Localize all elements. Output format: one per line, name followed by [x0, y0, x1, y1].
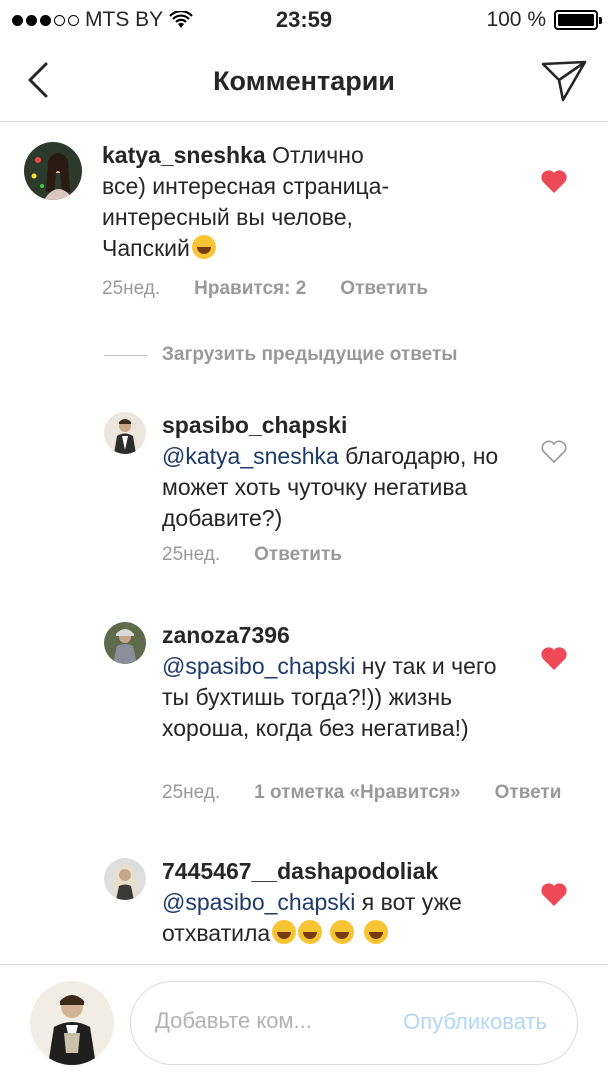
load-previous-replies[interactable]: Загрузить предыдущие ответы	[104, 344, 458, 366]
heart-outline-icon[interactable]	[540, 438, 568, 464]
reply-button[interactable]: Ответить	[340, 278, 428, 300]
winking-face-emoji-icon	[364, 920, 389, 944]
status-bar: MTS BY 23:59 100 %	[0, 0, 608, 40]
tears-of-joy-emoji-icon	[298, 920, 323, 944]
comment-input-box: Опубликовать	[130, 981, 578, 1065]
comment-input[interactable]	[155, 1008, 355, 1034]
avatar[interactable]	[24, 142, 82, 200]
mention-link[interactable]: @spasibo_chapski	[162, 653, 355, 679]
comment-meta: 25нед. 1 отметка «Нравится» Ответи	[162, 782, 561, 804]
battery-status: 100 %	[486, 8, 602, 32]
comment-age: 25нед.	[162, 782, 221, 803]
comment-body: spasibo_chapski @katya_sneshka благодарю…	[162, 410, 522, 534]
battery-icon	[554, 10, 602, 30]
avatar[interactable]	[104, 622, 146, 664]
comment-age: 25нед.	[102, 278, 161, 299]
winking-face-emoji-icon	[330, 920, 355, 944]
comment-body: 7445467__dashapodoliak @spasibo_chapski …	[162, 856, 522, 949]
direct-send-icon[interactable]	[540, 58, 588, 104]
comment-meta: 25нед. Нравится: 2 Ответить	[102, 278, 428, 300]
comment-username[interactable]: spasibo_chapski	[162, 412, 347, 438]
mention-link[interactable]: @spasibo_chapski	[162, 889, 355, 915]
page-title: Комментарии	[213, 66, 395, 96]
avatar[interactable]	[104, 412, 146, 454]
comment-age: 25нед.	[162, 544, 221, 565]
comment-body: zanoza7396 @spasibo_chapski ну так и чег…	[162, 620, 512, 744]
likes-count[interactable]: 1 отметка «Нравится»	[254, 782, 460, 804]
avatar	[30, 981, 114, 1065]
comment-username[interactable]: 7445467__dashapodoliak	[162, 858, 438, 884]
mention-link[interactable]: @katya_sneshka	[162, 443, 339, 469]
reply-button[interactable]: Ответи	[495, 782, 562, 804]
publish-button[interactable]: Опубликовать	[403, 1009, 547, 1035]
reply-button[interactable]: Ответить	[254, 544, 342, 566]
comment-meta: 25нед. Ответить	[162, 544, 342, 566]
divider	[104, 354, 148, 356]
heart-filled-icon[interactable]	[540, 881, 568, 907]
tears-of-joy-emoji-icon	[272, 920, 297, 944]
avatar[interactable]	[104, 858, 146, 900]
navigation-bar: Комментарии	[0, 40, 608, 122]
heart-filled-icon[interactable]	[540, 168, 568, 194]
likes-count[interactable]: Нравится: 2	[194, 278, 306, 300]
comment-username[interactable]: katya_sneshka	[102, 142, 266, 168]
load-previous-label: Загрузить предыдущие ответы	[162, 344, 458, 365]
comment-body: katya_sneshka Отлично все) интересная ст…	[102, 140, 412, 264]
comment-composer: Опубликовать	[0, 964, 608, 1080]
heart-filled-icon[interactable]	[540, 645, 568, 671]
comment-username[interactable]: zanoza7396	[162, 622, 290, 648]
grinning-face-emoji-icon	[191, 235, 216, 259]
battery-percent: 100 %	[486, 8, 546, 31]
